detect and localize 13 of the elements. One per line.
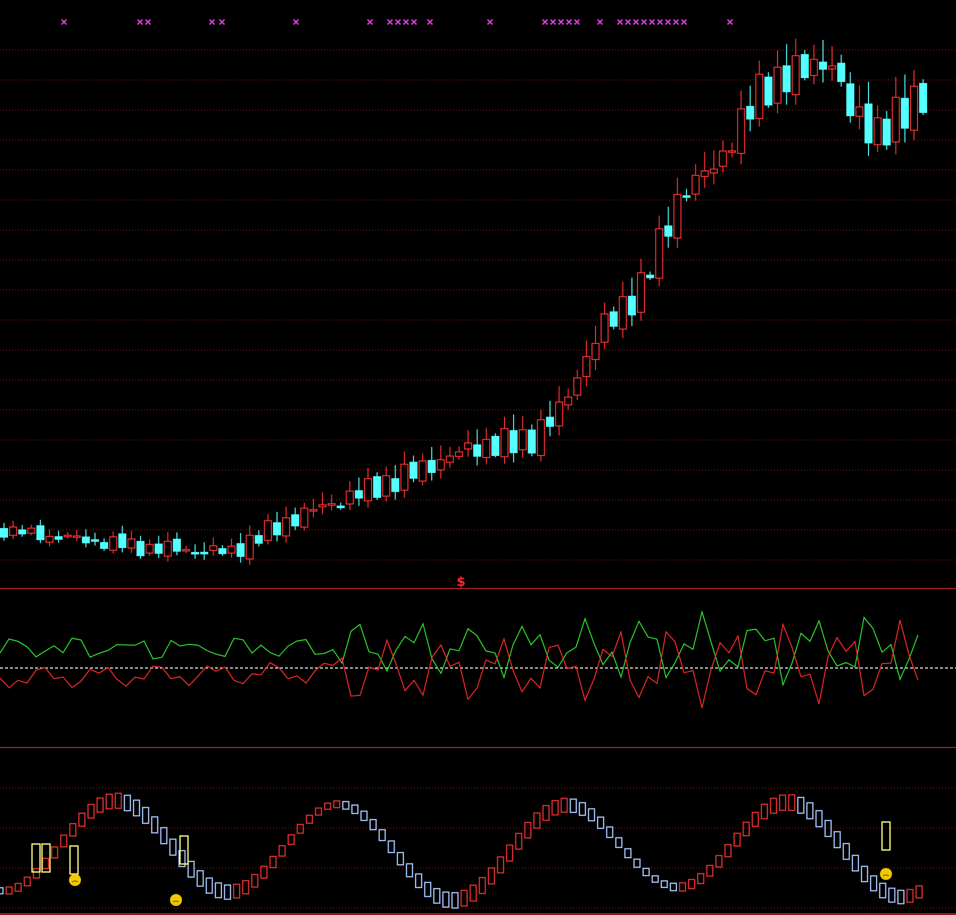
cross-mark-icon [292, 18, 300, 26]
smiley-icon [69, 874, 81, 886]
cross-mark-icon [426, 18, 434, 26]
cross-mark-icon [366, 18, 374, 26]
cross-mark-icon [60, 18, 68, 26]
cross-mark-icon [596, 18, 604, 26]
cross-mark-icon [208, 18, 216, 26]
cross-mark-icon [486, 18, 494, 26]
signal-marker: $ [456, 575, 466, 588]
cross-mark-icon [218, 18, 226, 26]
cross-mark-icon [726, 18, 734, 26]
smiley-icon [880, 868, 892, 880]
smiley-icon [170, 894, 182, 906]
